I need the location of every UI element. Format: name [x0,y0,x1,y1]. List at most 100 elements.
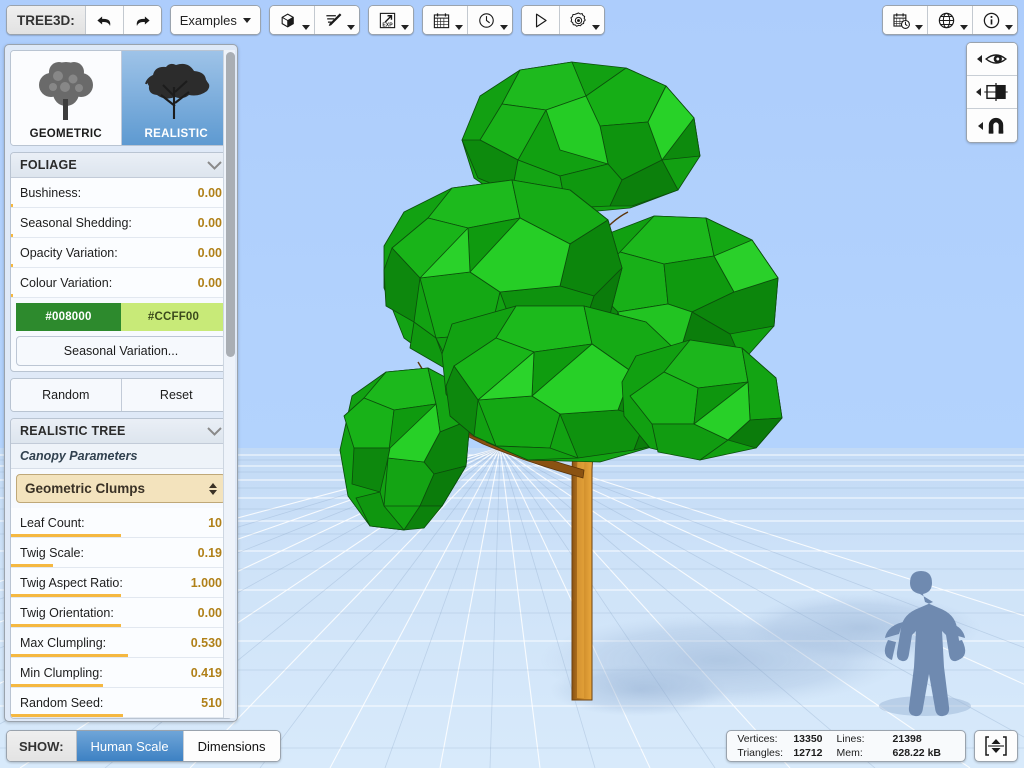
human-scale-figure [879,571,971,717]
param-slider-fill[interactable] [11,294,14,297]
app-undo-redo-group: TREE3D: [6,5,162,35]
redo-button[interactable] [123,6,161,34]
chevron-down-icon [591,25,600,30]
split-view-button[interactable] [967,76,1017,109]
param-slider-fill[interactable] [11,684,104,687]
seasonal-variation-label: Seasonal Variation... [63,344,179,358]
param-twig-aspect-ratio[interactable]: Twig Aspect Ratio: 1.000 [11,568,231,598]
reset-label: Reset [159,388,193,402]
undo-button[interactable] [85,6,124,34]
mesh-statistics-panel: Vertices: 13350 Triangles: 12712 Lines: … [726,730,966,762]
examples-menu-button[interactable]: Examples [170,6,260,34]
play-button[interactable] [521,6,560,34]
random-button[interactable]: Random [11,379,121,411]
param-label: Colour Variation: [20,275,113,290]
tree-type-selector: GEOMETRIC REALISTIC [10,50,232,146]
canopy-type-dropdown[interactable]: Geometric Clumps [16,474,226,503]
expand-view-button[interactable] [974,730,1018,762]
chevron-down-icon [301,25,310,30]
schedule-calendar-button[interactable] [883,6,928,34]
stat-lines: Lines: 21398 [837,733,941,745]
param-value: 0.00 [197,215,222,230]
param-twig-scale[interactable]: Twig Scale: 0.19 [11,538,231,568]
clock-button[interactable] [467,6,512,34]
param-slider-fill[interactable] [11,204,14,207]
settings-button[interactable] [559,6,604,34]
param-max-clumpling[interactable]: Max Clumpling: 0.530 [11,628,231,658]
foliage-colour-primary[interactable]: #008000 [16,303,121,331]
param-slider-fill[interactable] [11,264,14,267]
snap-magnet-button[interactable] [967,109,1017,142]
stat-lines-value: 21398 [892,733,922,745]
info-group [882,5,1018,35]
stat-vertices-value: 13350 [793,733,823,745]
export-label: EXP [382,22,393,28]
edit-tool-button[interactable] [314,6,359,34]
tree3d-application: TREE3D: Examples EXP GEOMETRIC REALISTIC… [0,0,1024,768]
param-bushiness[interactable]: Bushiness: 0.00 [11,178,231,208]
tree-type-realistic[interactable]: REALISTIC [120,51,231,145]
top-toolbar-right [882,5,1018,35]
stat-triangles: Triangles: 12712 [737,747,822,759]
parameter-scroll-area[interactable]: GEOMETRIC REALISTIC FOLIAGE Bushiness: 0… [5,45,237,721]
chevron-down-icon [1005,25,1013,30]
realistic-tree-icon [145,63,210,119]
stat-triangles-key: Triangles: [737,747,784,759]
show-tab-dimensions[interactable]: Dimensions [183,731,280,761]
stat-memory-key: Mem: [836,747,863,759]
examples-label: Examples [179,12,237,28]
param-slider-fill[interactable] [11,714,124,717]
chevron-left-icon [978,121,983,130]
view-eye-button[interactable] [967,43,1017,76]
show-tab-human-scale[interactable]: Human Scale [76,731,184,761]
param-slider-fill[interactable] [11,564,53,567]
stat-memory: Mem: 628.22 kB [837,747,941,759]
param-twig-orientation[interactable]: Twig Orientation: 0.00 [11,598,231,628]
foliage-colour-secondary[interactable]: #CCFF00 [121,303,226,331]
foliage-colour-swatches: #008000 #CCFF00 [16,303,226,331]
realistic-tree-section-header[interactable]: REALISTIC TREE [11,419,231,444]
param-value: 0.419 [190,665,222,680]
export-button[interactable]: EXP [368,6,413,34]
panel-scrollbar[interactable] [223,50,235,718]
param-value: 0.00 [197,185,222,200]
seasonal-variation-button[interactable]: Seasonal Variation... [16,336,226,366]
panel-scrollbar-thumb[interactable] [226,52,235,357]
play-settings-group [520,5,605,35]
param-leaf-count[interactable]: Leaf Count: 10 [11,508,231,538]
export-group: EXP [367,5,414,35]
parameter-panel: GEOMETRIC REALISTIC FOLIAGE Bushiness: 0… [4,44,238,722]
magnet-icon [988,117,1004,134]
param-slider-fill[interactable] [11,594,121,597]
foliage-section-header[interactable]: FOLIAGE [11,153,231,178]
param-slider-fill[interactable] [11,654,128,657]
redo-arrow-icon [136,16,150,26]
calendar-button[interactable] [422,6,468,34]
shape-tool-button[interactable] [269,6,315,34]
param-label: Random Seed: [20,695,104,710]
reset-button[interactable]: Reset [120,379,231,411]
param-random-seed[interactable]: Random Seed: 510 [11,688,231,718]
info-button[interactable] [973,6,1017,34]
show-label: SHOW: [7,731,77,761]
tree-type-geometric[interactable]: GEOMETRIC [11,51,121,145]
param-label: Leaf Count: [20,515,85,530]
param-min-clumpling[interactable]: Min Clumpling: 0.419 [11,658,231,688]
param-label: Min Clumpling: [20,665,103,680]
chevron-down-icon [346,25,355,30]
foliage-header-label: FOLIAGE [20,158,77,172]
param-value: 10 [208,515,222,530]
param-slider-fill[interactable] [11,234,14,237]
geometric-tree-icon [38,61,93,120]
top-toolbar: TREE3D: Examples EXP [0,0,1024,40]
shape-edit-group [268,5,360,35]
param-seasonal-shedding[interactable]: Seasonal Shedding: 0.00 [11,208,231,238]
stat-lines-key: Lines: [836,733,865,745]
param-slider-fill[interactable] [11,624,121,627]
globe-button[interactable] [928,6,973,34]
param-value: 0.00 [197,605,222,620]
param-slider-fill[interactable] [11,534,121,537]
param-colour-variation[interactable]: Colour Variation: 0.00 [11,268,231,298]
param-opacity-variation[interactable]: Opacity Variation: 0.00 [11,238,231,268]
chevron-down-icon [242,17,251,23]
